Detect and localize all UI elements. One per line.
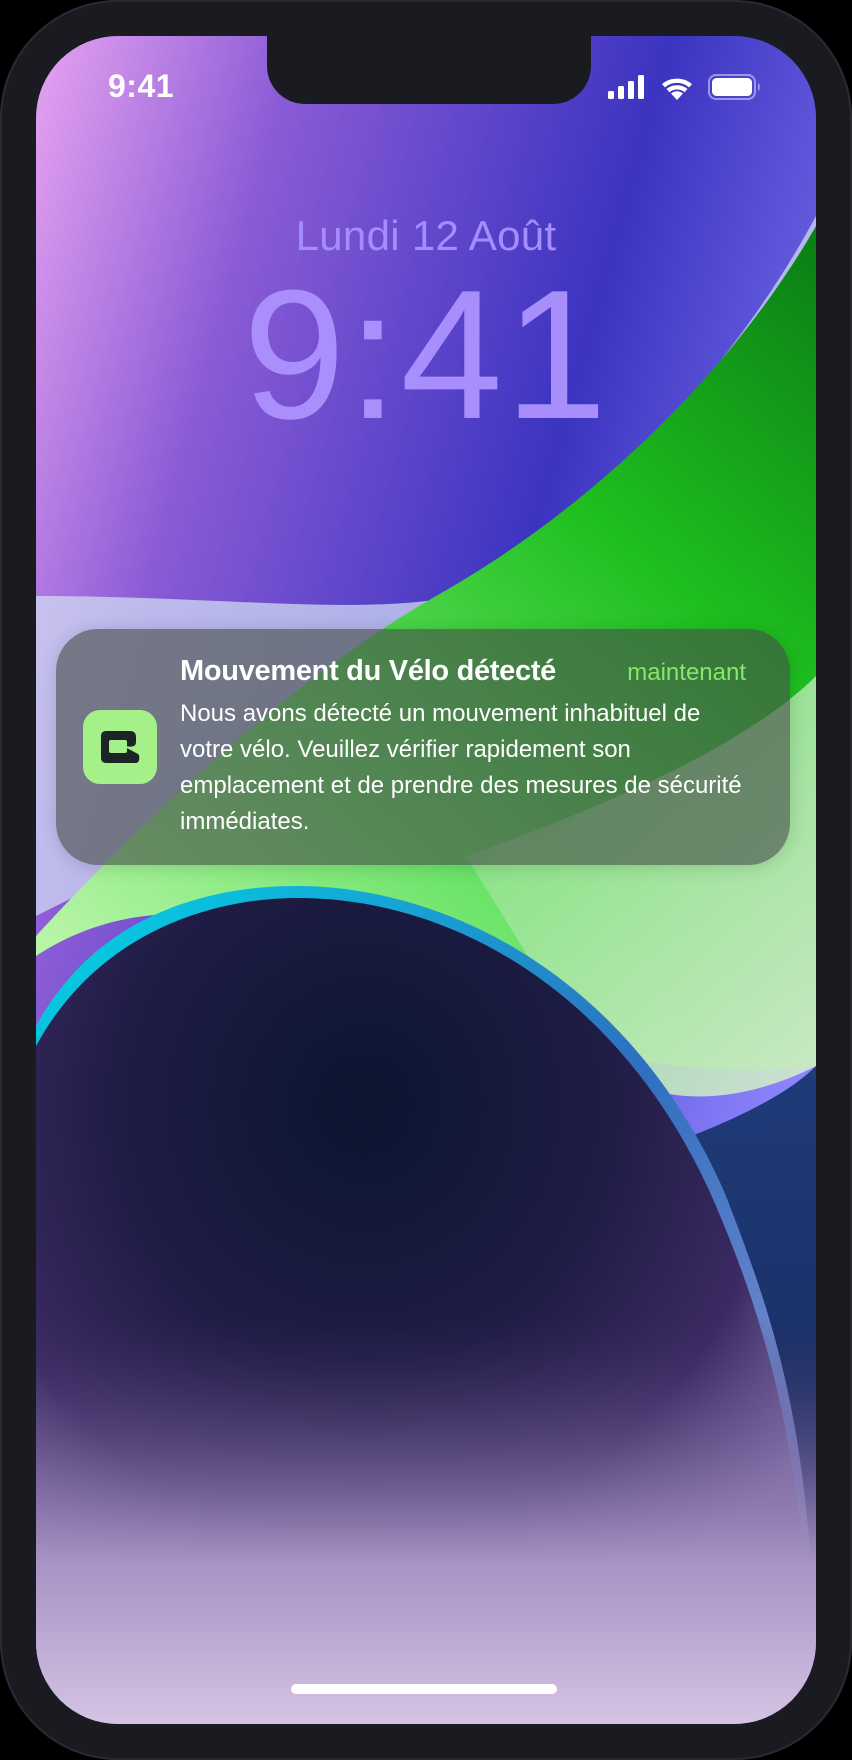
wifi-icon bbox=[662, 78, 692, 100]
home-indicator[interactable] bbox=[291, 1684, 557, 1694]
notification-body: Nous avons détecté un mouvement inhabitu… bbox=[180, 700, 742, 835]
notification-card[interactable]: Mouvement du Vélo détecté maintenant Nou… bbox=[56, 629, 790, 865]
lock-screen: 9:41 Lundi 12 Août 9:41 Mouvement du Vél… bbox=[36, 36, 816, 1724]
notification-title: Mouvement du Vélo détecté bbox=[180, 655, 557, 687]
notification-timestamp: maintenant bbox=[627, 659, 746, 686]
status-bar-time: 9:41 bbox=[108, 68, 175, 104]
cellular-signal-icon bbox=[608, 75, 644, 99]
lock-screen-clock: 9:41 bbox=[242, 251, 610, 457]
bike-lock-app-icon bbox=[83, 710, 157, 784]
phone-frame: 9:41 Lundi 12 Août 9:41 Mouvement du Vél… bbox=[0, 0, 852, 1760]
battery-icon bbox=[708, 74, 760, 100]
notch bbox=[267, 36, 591, 104]
status-bar-icons bbox=[608, 72, 762, 102]
